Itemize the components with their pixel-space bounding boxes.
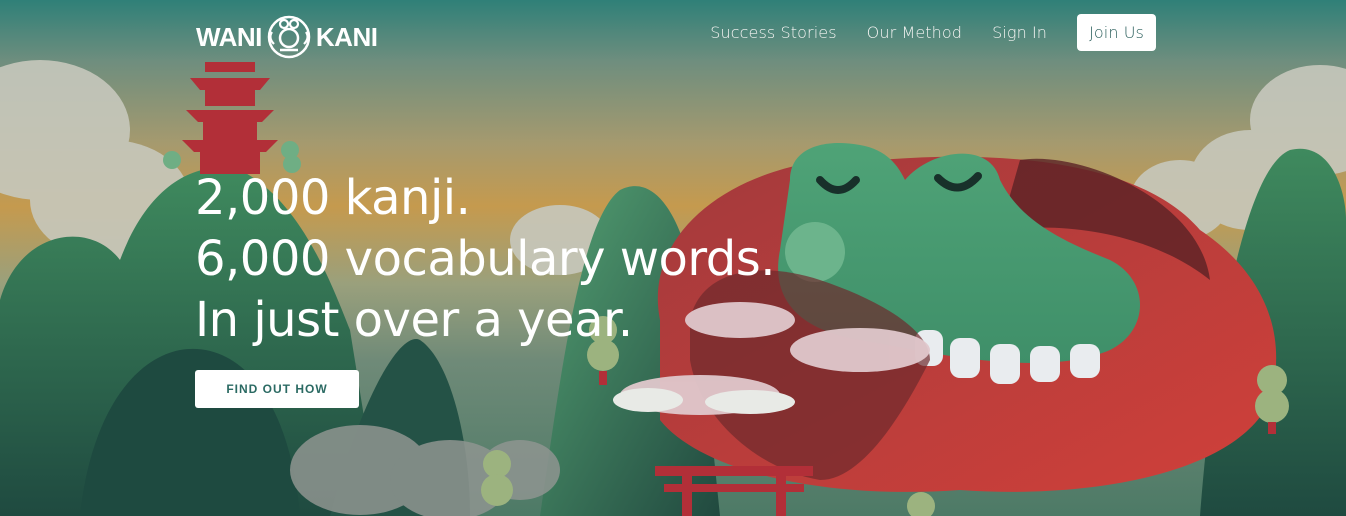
find-out-how-button[interactable]: FIND OUT HOW <box>195 370 359 408</box>
hero-line-duration: In just over a year. <box>195 292 633 348</box>
pagoda <box>182 62 278 174</box>
nav-success-stories[interactable]: Success Stories <box>710 23 836 42</box>
crabigator-icon <box>267 15 311 59</box>
nav-our-method[interactable]: Our Method <box>867 23 962 42</box>
nav-sign-in[interactable]: Sign In <box>992 23 1047 42</box>
hero-line-kanji: 2,000 kanji. <box>195 170 471 226</box>
main-nav: Success Stories Our Method Sign In Join … <box>680 14 1156 51</box>
logo-text-left: WANI <box>196 21 262 52</box>
wanikani-logo[interactable]: WANI KANI <box>196 14 378 60</box>
hero-headline: 2,000 kanji. 6,000 vocabulary words. In … <box>195 168 776 351</box>
join-us-button[interactable]: Join Us <box>1077 14 1156 51</box>
hero-line-vocabulary: 6,000 vocabulary words. <box>195 231 776 287</box>
logo-text-right: KANI <box>315 21 378 52</box>
